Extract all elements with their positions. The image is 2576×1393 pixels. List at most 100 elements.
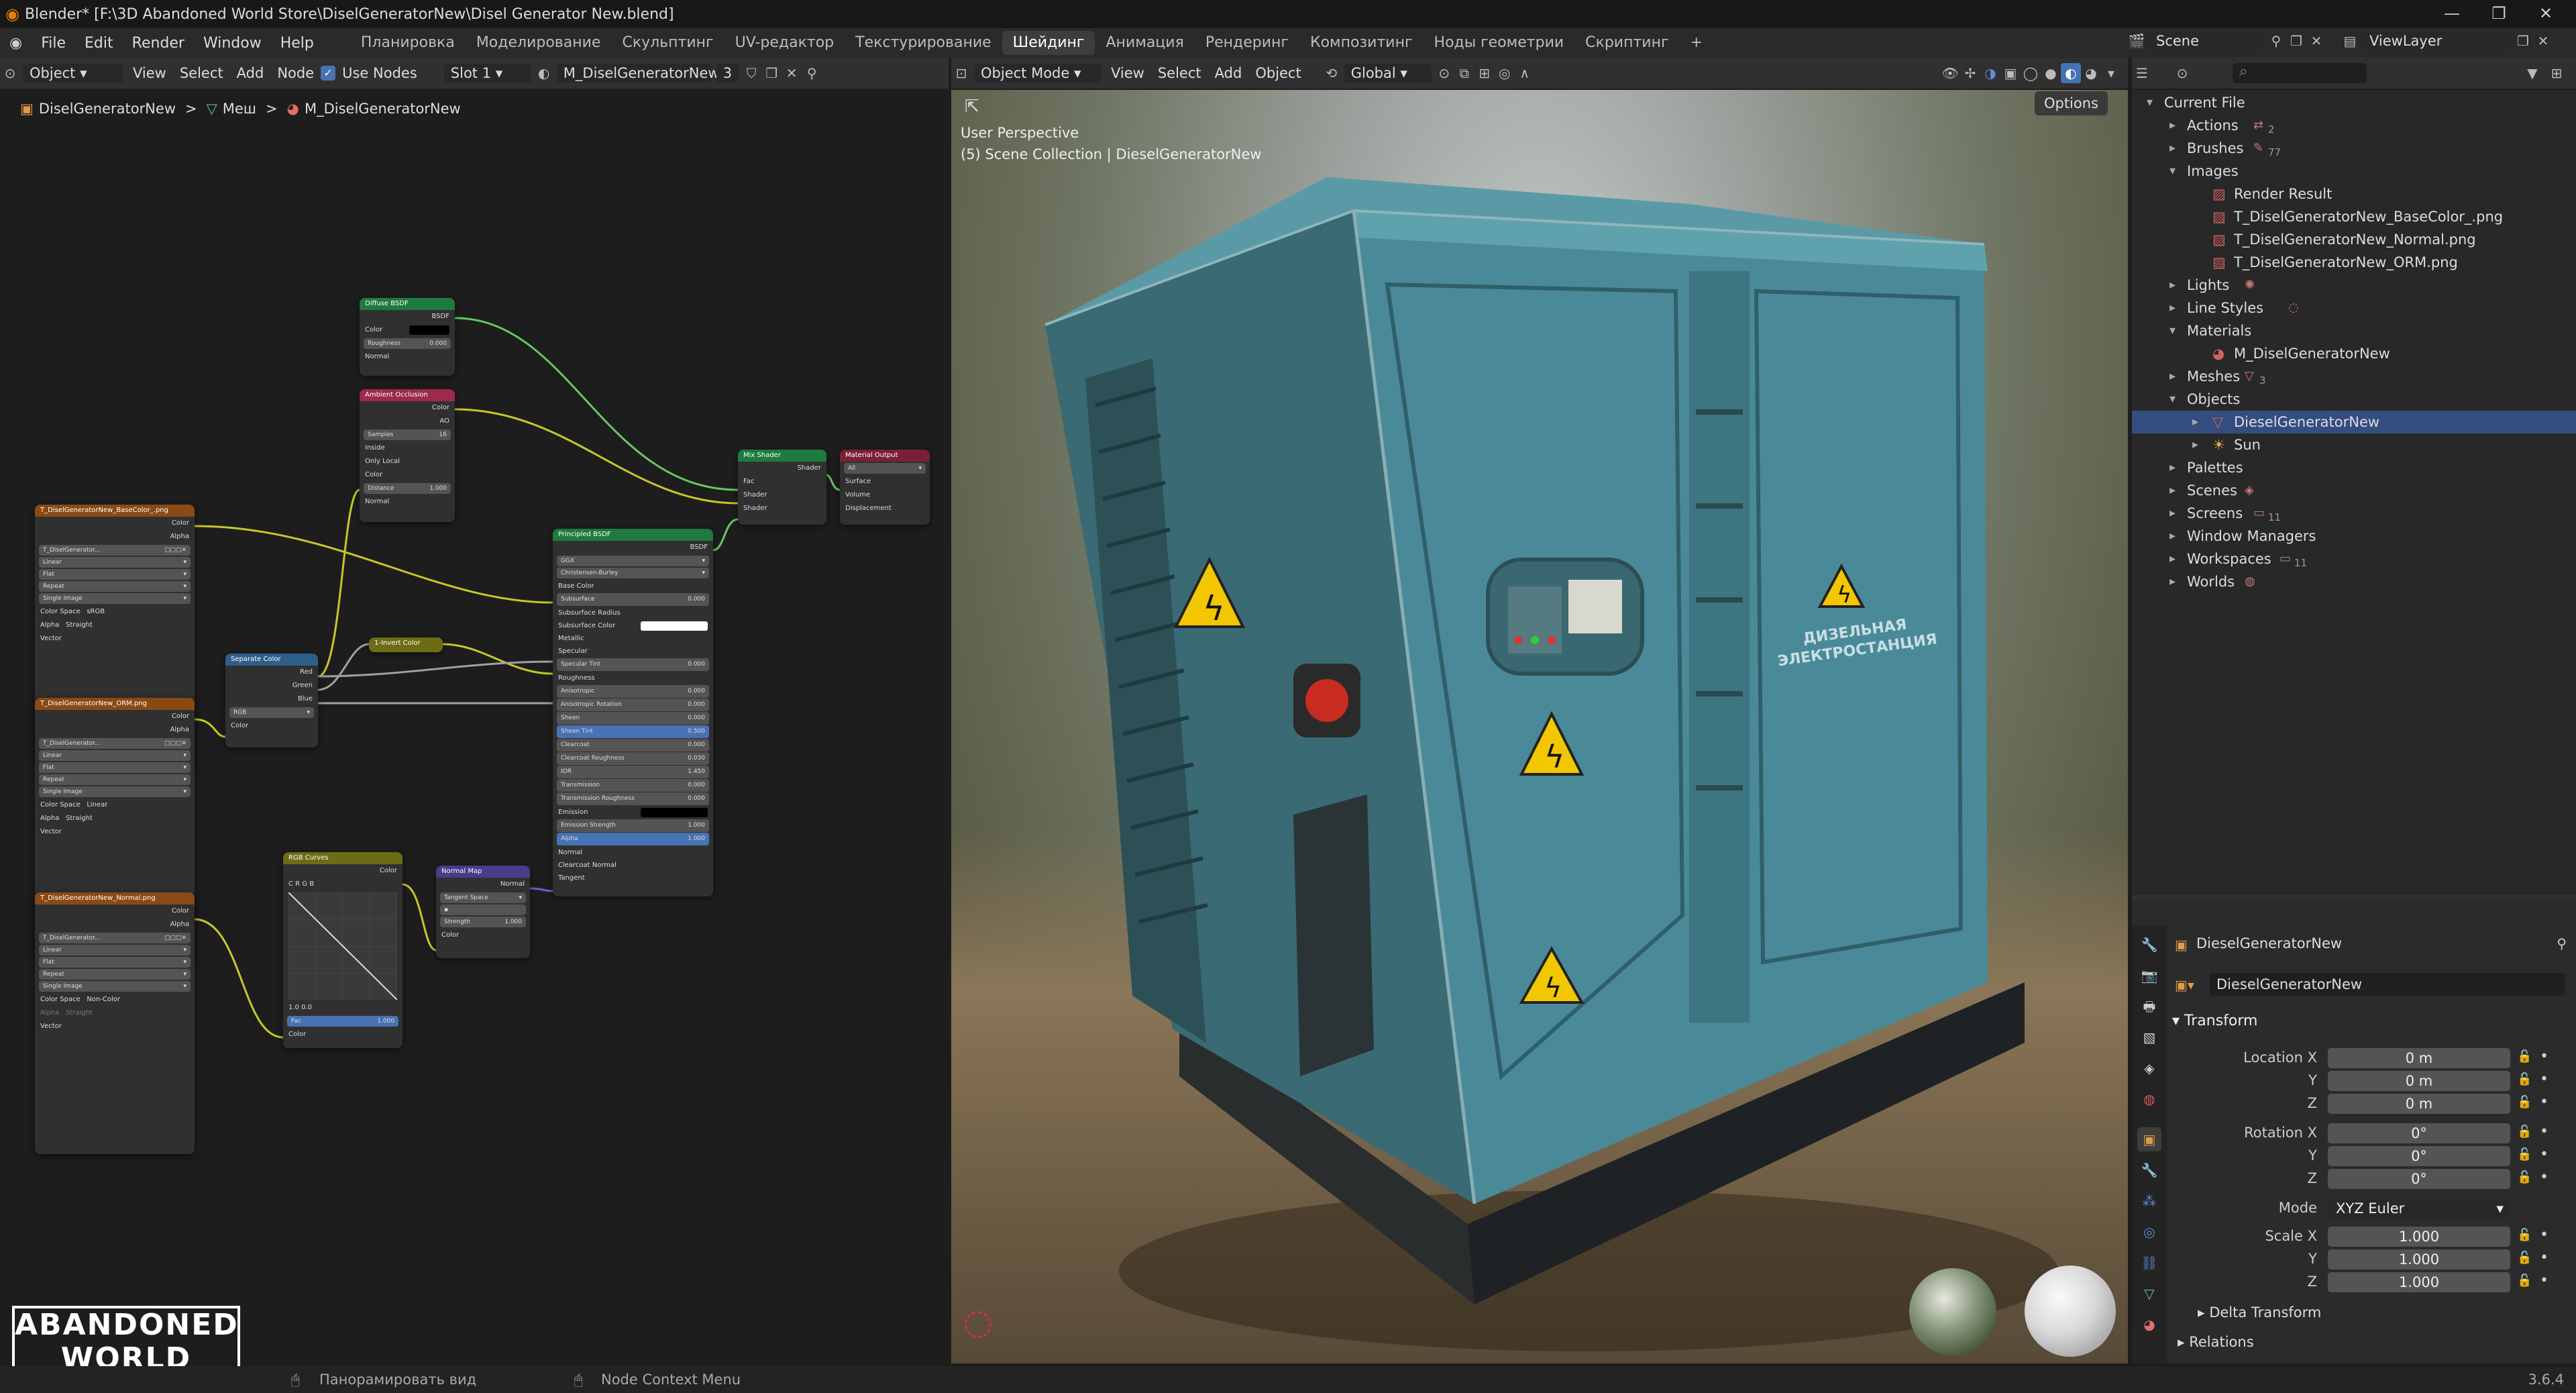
- location-z-field[interactable]: 0 m: [2328, 1094, 2510, 1114]
- expand-down-icon[interactable]: ▾: [2169, 319, 2176, 342]
- principled-input-alpha[interactable]: Alpha 1.000: [557, 833, 709, 845]
- outliner-row-t-diselgeneratornew-orm-png[interactable]: ▨ T_DiselGeneratorNew_ORM.png: [2132, 251, 2576, 274]
- use-nodes-checkbox[interactable]: ✓: [321, 66, 336, 81]
- new-collection-icon[interactable]: ⊞: [2546, 63, 2567, 83]
- workspace-tab-sculpting[interactable]: Скульптинг: [611, 31, 724, 55]
- scale-y-field[interactable]: 1.000: [2328, 1249, 2510, 1270]
- workspace-tab-geometry-nodes[interactable]: Ноды геометрии: [1424, 31, 1575, 55]
- principled-input-anisotropic-rotation[interactable]: Anisotropic Rotation 0.000: [557, 699, 709, 711]
- scene-tab-icon[interactable]: ◈: [2137, 1056, 2161, 1080]
- interpolation-dropdown[interactable]: Linear ▾: [39, 750, 191, 761]
- field-samples[interactable]: Samples 16: [364, 429, 451, 440]
- delete-scene-icon[interactable]: ✕: [2306, 31, 2326, 51]
- breadcrumb-object[interactable]: DiselGeneratorNew: [39, 101, 176, 117]
- outliner-row-actions[interactable]: ▸ Actions 2 ⇄: [2132, 114, 2576, 137]
- pin-node-tree-icon[interactable]: ⚲: [802, 63, 822, 83]
- node-image-normal[interactable]: T_DiselGeneratorNew_Normal.png Color Alp…: [35, 892, 195, 1154]
- workspace-tab-scripting[interactable]: Скриптинг: [1574, 31, 1679, 55]
- lock-icon[interactable]: 🔓: [2517, 1147, 2532, 1162]
- material-name-field[interactable]: M_DiselGeneratorNew: [556, 64, 720, 83]
- object-type-dropdown[interactable]: Object ▾: [23, 64, 123, 83]
- node-rgb-curves[interactable]: RGB Curves Color C R G B 1.0 0.0 Fac 1.00…: [283, 852, 402, 1048]
- wireframe-shading-icon[interactable]: ◯: [2021, 63, 2041, 83]
- menu-edit[interactable]: Edit: [75, 35, 123, 52]
- material-preview-icon[interactable]: ◐: [2061, 63, 2081, 83]
- lock-icon[interactable]: 🔓: [2517, 1170, 2532, 1184]
- node-editor-canvas[interactable]: Diffuse BSDF BSDF Color Roughness 0.000 N…: [0, 90, 949, 1381]
- location-x-field[interactable]: 0 m: [2328, 1048, 2510, 1068]
- world-tab-icon[interactable]: ◍: [2137, 1087, 2161, 1111]
- transform-pivot-icon[interactable]: ⟲: [1322, 63, 1342, 83]
- node-principled-bsdf[interactable]: Principled BSDF BSDF GGX ▾ Christensen-Bu…: [553, 529, 713, 896]
- viewport-menu-add[interactable]: Add: [1208, 65, 1249, 81]
- view-layer-tab-icon[interactable]: ▧: [2137, 1025, 2161, 1049]
- source-dropdown[interactable]: Single Image ▾: [39, 593, 191, 604]
- distribution-dropdown[interactable]: GGX ▾: [557, 556, 709, 566]
- curve-graph[interactable]: [288, 892, 397, 1000]
- editor-type-icon[interactable]: ⊙: [0, 63, 20, 83]
- source-dropdown[interactable]: Single Image ▾: [39, 981, 191, 992]
- principled-input-subsurface[interactable]: Subsurface 0.000: [557, 593, 709, 606]
- curve-channel-tabs[interactable]: C R G B: [283, 878, 402, 891]
- field-fac[interactable]: Fac 1.000: [287, 1016, 398, 1027]
- color-space-row[interactable]: Color Space Non-Color: [35, 993, 195, 1007]
- outliner-search-input[interactable]: ⌕: [2233, 63, 2367, 83]
- constraints-tab-icon[interactable]: ⛓: [2137, 1251, 2161, 1275]
- menu-render[interactable]: Render: [123, 35, 194, 52]
- outliner-row-objects[interactable]: ▾ Objects: [2132, 388, 2576, 411]
- workspace-tab-layout[interactable]: Планировка: [350, 31, 466, 55]
- projection-dropdown[interactable]: Flat ▾: [39, 569, 191, 580]
- rotation-z-field[interactable]: 0°: [2328, 1169, 2510, 1189]
- expand-right-icon[interactable]: ▸: [2169, 114, 2176, 137]
- projection-dropdown[interactable]: Flat ▾: [39, 957, 191, 968]
- blender-menu-icon[interactable]: ◉: [0, 35, 32, 52]
- scene-selector[interactable]: Scene: [2149, 32, 2263, 50]
- workspace-tab-uv[interactable]: UV-редактор: [724, 31, 845, 55]
- extension-dropdown[interactable]: Repeat ▾: [39, 581, 191, 592]
- node-material-output[interactable]: Material Output All ▾ Surface Volume Disp…: [840, 450, 930, 525]
- expand-right-icon[interactable]: ▸: [2169, 365, 2176, 388]
- unlink-material-icon[interactable]: ✕: [782, 63, 802, 83]
- keyframe-dot-icon[interactable]: •: [2540, 1123, 2548, 1140]
- close-button[interactable]: ✕: [2522, 0, 2569, 28]
- expand-right-icon[interactable]: ▸: [2169, 570, 2176, 593]
- rotation-mode-dropdown[interactable]: XYZ Euler ▾: [2328, 1198, 2510, 1219]
- tool-tab-icon[interactable]: 🔧: [2137, 933, 2161, 957]
- slot-dropdown[interactable]: Slot 1 ▾: [443, 64, 531, 83]
- node-invert-color[interactable]: 1-Invert Color: [369, 637, 443, 652]
- keyframe-dot-icon[interactable]: •: [2540, 1249, 2548, 1266]
- outliner-row-dieselgeneratornew[interactable]: ▸ ▽ DieselGeneratorNew: [2132, 411, 2576, 433]
- outliner-row-screens[interactable]: ▸ Screens 11 ▭: [2132, 502, 2576, 525]
- pin-icon[interactable]: ⚲: [2266, 31, 2286, 51]
- principled-input-transmission-roughness[interactable]: Transmission Roughness 0.000: [557, 792, 709, 805]
- output-target-dropdown[interactable]: All ▾: [844, 463, 926, 474]
- outliner-row-t-diselgeneratornew-basecolor-png[interactable]: ▨ T_DiselGeneratorNew_BaseColor_.png: [2132, 205, 2576, 228]
- falloff-icon[interactable]: ∧: [1515, 63, 1535, 83]
- uv-map-field[interactable]: ▪: [440, 905, 526, 915]
- interpolation-dropdown[interactable]: Linear ▾: [39, 945, 191, 956]
- keyframe-dot-icon[interactable]: •: [2540, 1227, 2548, 1243]
- outliner-row-worlds[interactable]: ▸ Worlds ◍: [2132, 570, 2576, 593]
- space-dropdown[interactable]: Tangent Space ▾: [440, 892, 526, 903]
- keyframe-dot-icon[interactable]: •: [2540, 1272, 2548, 1289]
- outliner-row-window-managers[interactable]: ▸ Window Managers: [2132, 525, 2576, 548]
- expand-right-icon[interactable]: ▸: [2169, 274, 2176, 297]
- render-tab-icon[interactable]: 📷: [2137, 964, 2161, 988]
- field-roughness[interactable]: Roughness 0.000: [364, 338, 451, 349]
- rendered-shading-icon[interactable]: ◕: [2081, 63, 2101, 83]
- object-name-field[interactable]: DieselGeneratorNew: [2210, 973, 2565, 996]
- expand-right-icon[interactable]: ▸: [2169, 456, 2176, 479]
- principled-input-sheen[interactable]: Sheen 0.000: [557, 712, 709, 725]
- maximize-button[interactable]: ❐: [2475, 0, 2522, 28]
- gizmo-icon[interactable]: ✢: [1960, 63, 1980, 83]
- expand-right-icon[interactable]: ▸: [2169, 502, 2176, 525]
- viewport-menu-view[interactable]: View: [1104, 65, 1151, 81]
- output-tab-icon[interactable]: 🖶: [2137, 994, 2161, 1019]
- transform-panel-header[interactable]: ▾ Transform: [2172, 1009, 2568, 1033]
- snap-target-icon[interactable]: ⊞: [1474, 63, 1495, 83]
- image-selector[interactable]: T_DiselGenerator... ▢▢▢✕: [39, 933, 191, 943]
- node-separate-color[interactable]: Separate Color Red Green Blue RGB ▾ Color: [225, 654, 318, 747]
- principled-input-anisotropic[interactable]: Anisotropic 0.000: [557, 685, 709, 698]
- fake-user-shield-icon[interactable]: ⛉: [741, 63, 761, 83]
- node-diffuse-bsdf[interactable]: Diffuse BSDF BSDF Color Roughness 0.000 N…: [360, 298, 455, 376]
